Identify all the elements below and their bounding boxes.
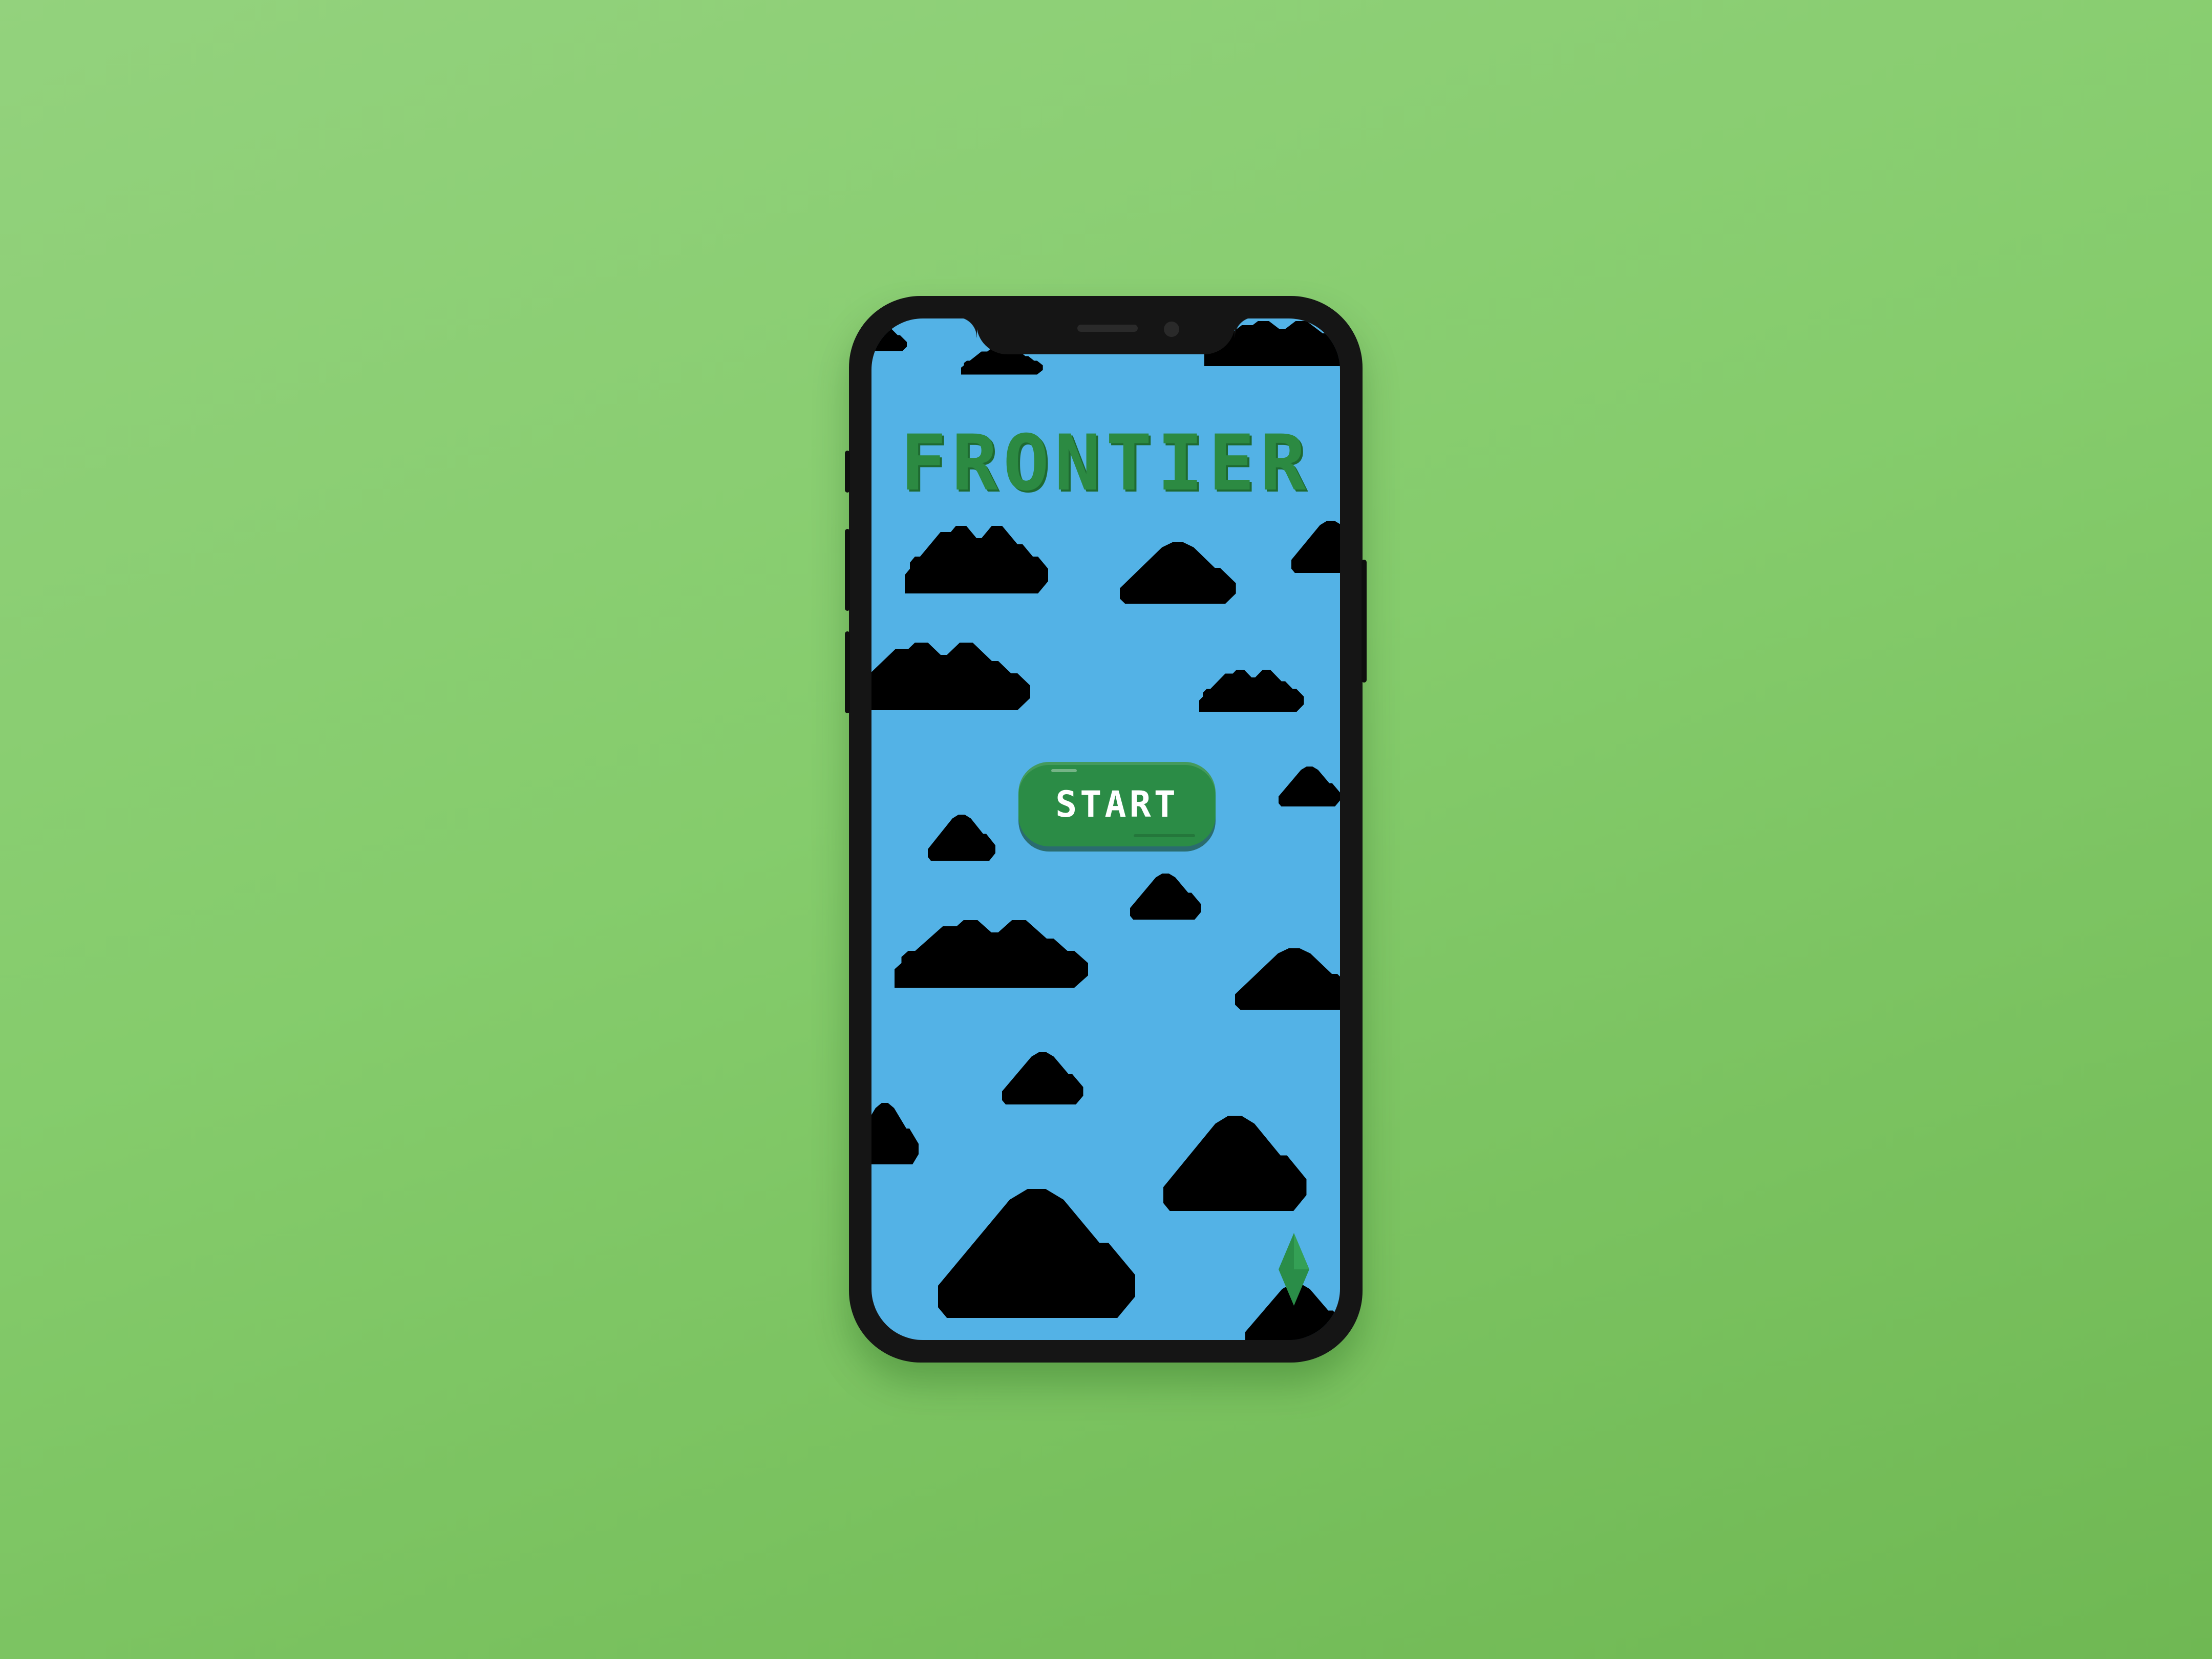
pixel-cloud-icon	[1199, 670, 1304, 712]
phone-notch	[956, 318, 1255, 354]
pixel-cloud-icon	[871, 643, 1030, 710]
pixel-cloud-icon	[1291, 521, 1340, 573]
game-title: FRONTIER	[900, 419, 1311, 508]
pixel-cloud-icon	[1002, 1052, 1083, 1104]
start-button[interactable]: START	[1018, 762, 1216, 846]
pixel-cloud-icon	[871, 324, 907, 351]
speaker-grille	[1077, 325, 1138, 332]
pixel-cloud-icon	[1163, 1116, 1307, 1211]
pixel-cloud-icon	[905, 526, 1048, 593]
phone-frame: FRONTIER START	[845, 296, 1367, 1363]
pixel-cloud-icon	[871, 1103, 919, 1164]
pixel-cloud-icon	[1279, 767, 1340, 806]
green-diamond-icon[interactable]	[1279, 1233, 1309, 1306]
pixel-cloud-icon	[895, 920, 1088, 988]
pixel-cloud-icon	[1235, 948, 1340, 1010]
volume-up-button	[845, 529, 850, 611]
power-button	[1362, 560, 1367, 683]
pixel-cloud-icon	[1130, 874, 1201, 920]
silent-switch	[845, 451, 850, 493]
front-camera	[1164, 322, 1179, 337]
pixel-cloud-icon	[928, 815, 995, 861]
volume-down-button	[845, 631, 850, 713]
game-screen: FRONTIER START	[871, 318, 1340, 1340]
pixel-cloud-icon	[1120, 542, 1236, 604]
pixel-cloud-icon	[938, 1189, 1135, 1318]
